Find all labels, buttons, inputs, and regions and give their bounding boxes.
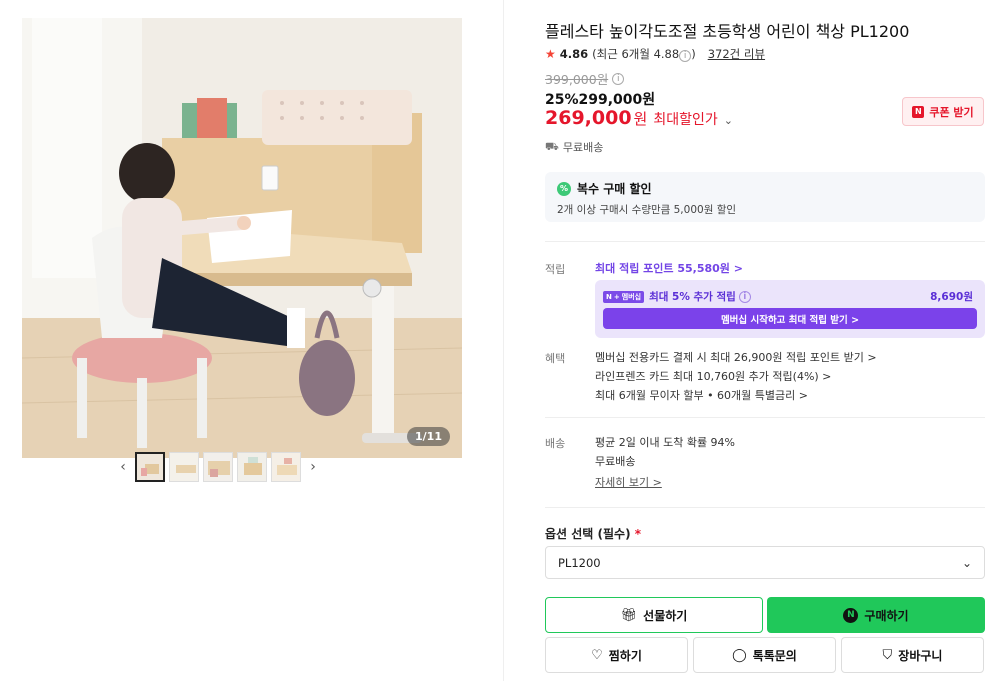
multi-buy-desc: 2개 이상 구매시 수량만큼 5,000원 할인 xyxy=(557,204,737,216)
shipping-label: 배송 xyxy=(545,437,566,450)
thumbnail-2[interactable] xyxy=(169,452,199,482)
talktalk-inquiry-button[interactable]: ◯ 톡톡문의 xyxy=(693,637,836,673)
info-icon[interactable]: i xyxy=(679,50,692,62)
info-icon[interactable]: i xyxy=(738,290,751,303)
thumbnail-3[interactable] xyxy=(203,452,233,482)
option-select[interactable]: PL1200 ⌄ xyxy=(545,546,985,579)
image-page-indicator: 1/11 xyxy=(407,427,450,446)
review-count-link[interactable]: 372건 리뷰 xyxy=(708,46,765,62)
option-selected-value: PL1200 xyxy=(558,555,601,570)
final-price: 269,000 xyxy=(545,107,632,129)
naver-membership-logo: N + 멤버십 xyxy=(603,290,645,303)
product-gallery: 1/11 xyxy=(22,18,462,458)
wishlist-button[interactable]: ♡ 찜하기 xyxy=(545,637,688,673)
naver-n-icon: N xyxy=(912,105,925,118)
membership-points-amount: 8,690원 xyxy=(930,291,973,303)
info-icon[interactable]: i xyxy=(612,72,625,85)
gift-icon: 🎁︎ xyxy=(620,607,638,623)
membership-box: N + 멤버십 최대 5% 추가 적립 i 8,690원 멤버십 시작하고 최대 적… xyxy=(595,280,985,338)
product-title: 플레스타 높이각도조절 초등학생 어린이 책상 PL1200 xyxy=(545,22,910,41)
chevron-right-icon[interactable]: › xyxy=(305,452,321,482)
shipping-detail-link[interactable]: 자세히 보기 > xyxy=(595,474,662,490)
multi-buy-discount-box: % 복수 구매 할인 2개 이상 구매시 수량만큼 5,000원 할인 xyxy=(545,172,985,222)
points-label: 적립 xyxy=(545,263,566,276)
arrival-probability: 평균 2일 이내 도착 확률 94% xyxy=(595,436,736,449)
option-label: 옵션 선택 (필수) * xyxy=(545,527,642,541)
chevron-left-icon[interactable]: ‹ xyxy=(115,452,131,482)
thumbnail-5[interactable] xyxy=(271,452,301,482)
discount-price-line: 25%299,000원 xyxy=(545,92,656,108)
percent-icon: % xyxy=(557,181,571,196)
divider xyxy=(545,241,985,242)
chat-bubble-icon: ◯ xyxy=(732,647,747,663)
membership-extra-points: 최대 5% 추가 적립 xyxy=(649,291,736,303)
original-price: 399,000원 i xyxy=(545,69,625,88)
final-price-row[interactable]: 269,000 원 최대할인가 ⌄ xyxy=(545,107,733,129)
divider xyxy=(545,417,985,418)
truck-icon: ⛟ xyxy=(545,139,559,153)
shipping-fee: 무료배송 xyxy=(595,455,636,468)
rating-score: 4.86 xyxy=(559,47,589,61)
start-membership-button[interactable]: 멤버십 시작하고 최대 적립 받기 > xyxy=(603,308,977,329)
benefits-list: 멤버십 전용카드 결제 시 최대 26,900원 적립 포인트 받기 > 라인프… xyxy=(595,348,877,405)
rating-row: ★ 4.86 (최근 6개월 4.88 i) 372건 리뷰 xyxy=(545,46,765,62)
max-points-link[interactable]: 최대 적립 포인트 55,580원 > xyxy=(595,260,743,276)
shopping-bag-icon: ⛉ xyxy=(882,647,893,663)
column-divider xyxy=(503,0,504,681)
benefits-label: 혜택 xyxy=(545,352,566,365)
buy-button[interactable]: N 구매하기 xyxy=(767,597,985,633)
main-product-image[interactable]: 1/11 xyxy=(22,18,462,458)
benefit-item[interactable]: 최대 6개월 무이자 할부 • 60개월 특별금리 > xyxy=(595,386,877,405)
benefit-item[interactable]: 라인프렌즈 카드 최대 10,760원 추가 적립(4%) > xyxy=(595,367,877,386)
naver-pay-icon: N xyxy=(843,607,859,623)
thumbnail-strip: ‹ › xyxy=(115,452,321,482)
gift-button[interactable]: 🎁︎ 선물하기 xyxy=(545,597,763,633)
coupon-button[interactable]: N 쿠폰 받기 xyxy=(902,97,984,126)
multi-buy-title: 복수 구매 할인 xyxy=(577,182,652,196)
heart-icon: ♡ xyxy=(591,647,603,663)
free-shipping: ⛟ 무료배송 xyxy=(545,139,604,155)
benefit-item[interactable]: 멤버십 전용카드 결제 시 최대 26,900원 적립 포인트 받기 > xyxy=(595,348,877,367)
chevron-down-icon: ⌄ xyxy=(723,114,733,127)
rating-recent: (최근 6개월 4.88 i) xyxy=(592,47,696,62)
final-price-unit: 원 xyxy=(633,110,648,128)
shipping-info: 평균 2일 이내 도착 확률 94% 무료배송 xyxy=(595,433,735,471)
max-discount-label: 최대할인가 xyxy=(653,112,718,128)
cart-button[interactable]: ⛉ 장바구니 xyxy=(841,637,984,673)
divider xyxy=(545,507,985,508)
thumbnail-4[interactable] xyxy=(237,452,267,482)
thumbnail-1[interactable] xyxy=(135,452,165,482)
chevron-down-icon: ⌄ xyxy=(961,555,972,570)
star-icon: ★ xyxy=(545,47,556,61)
